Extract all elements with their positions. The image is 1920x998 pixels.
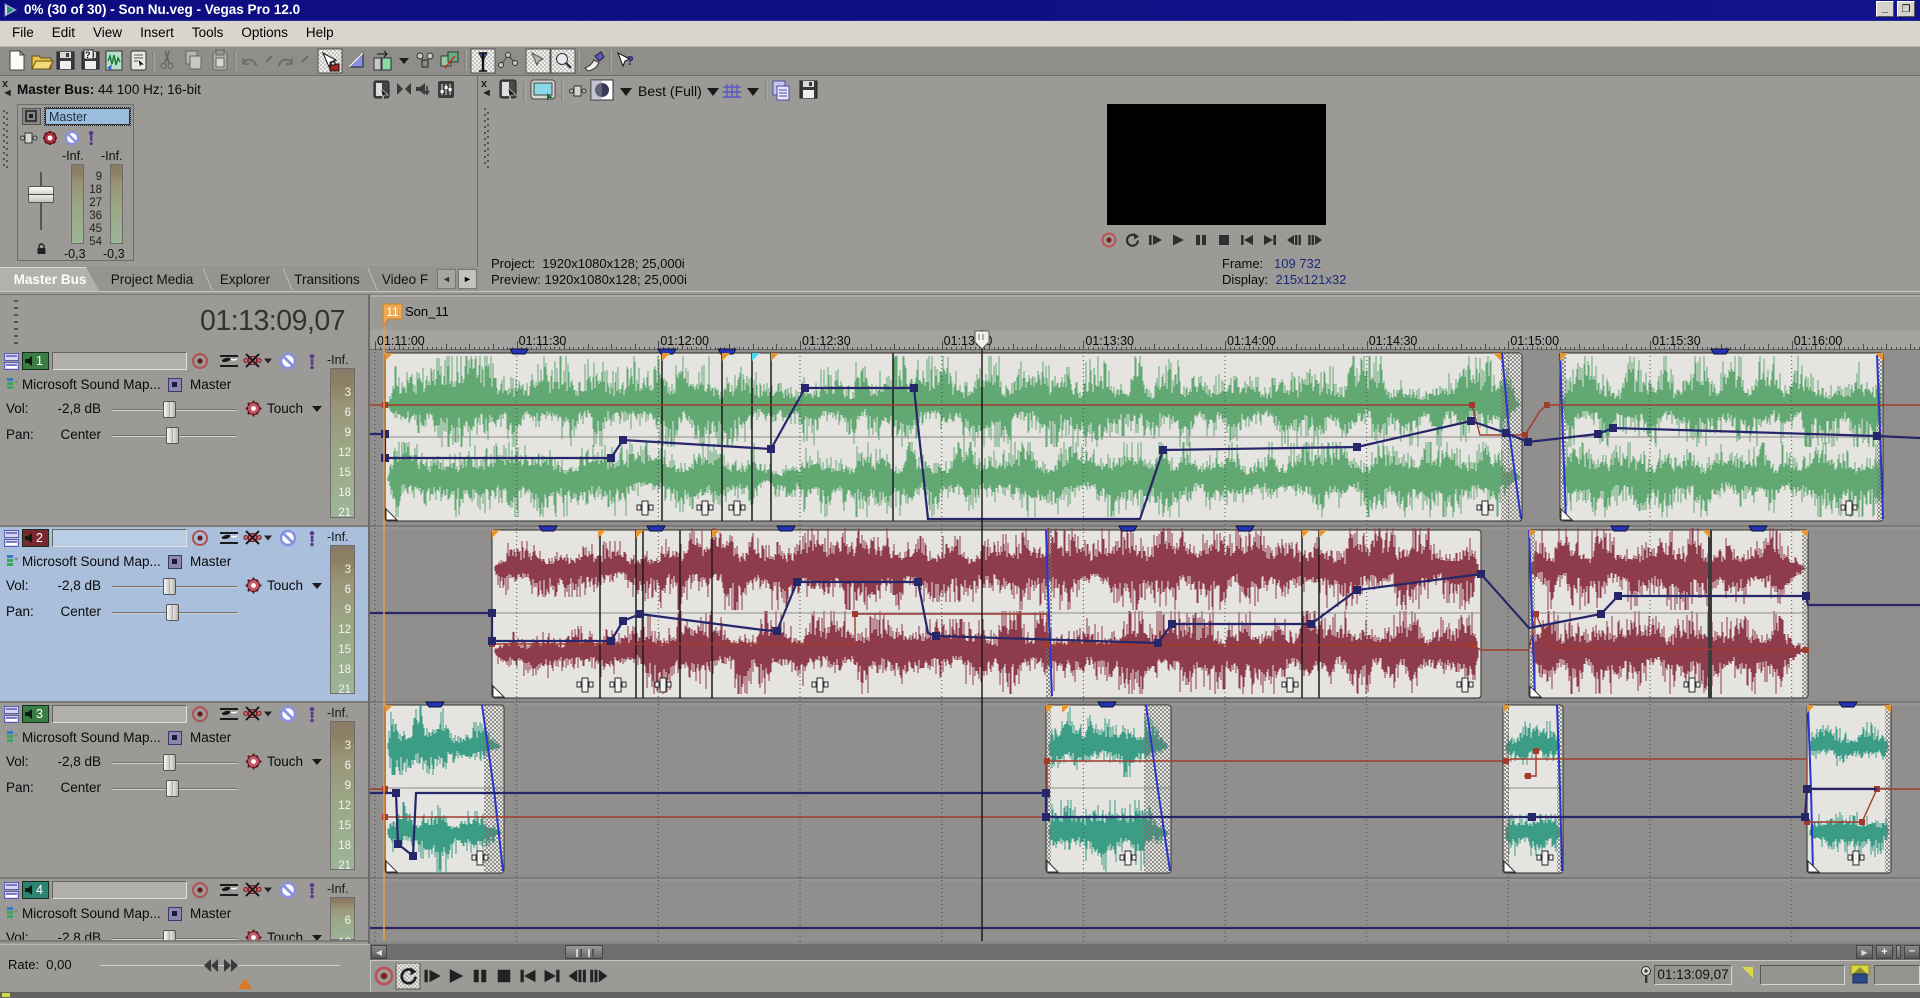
svg-text:11: 11 (386, 305, 399, 319)
svg-text:01:12:00: 01:12:00 (660, 334, 709, 348)
svg-text:01:11:30: 01:11:30 (519, 334, 567, 348)
svg-text:Son_11: Son_11 (405, 304, 449, 319)
svg-text:?: ? (626, 53, 634, 68)
svg-text:?: ? (85, 50, 91, 60)
svg-text:01:15:30: 01:15:30 (1652, 334, 1701, 348)
svg-text:01:16:00: 01:16:00 (1794, 334, 1843, 348)
svg-text:Best (Full): Best (Full) (638, 83, 702, 99)
svg-text:01:15:00: 01:15:00 (1510, 334, 1559, 348)
svg-text:01:14:30: 01:14:30 (1369, 334, 1418, 348)
svg-text:01:12:30: 01:12:30 (802, 334, 851, 348)
svg-text:01:14:00: 01:14:00 (1227, 334, 1276, 348)
svg-text:01:13:30: 01:13:30 (1085, 334, 1134, 348)
